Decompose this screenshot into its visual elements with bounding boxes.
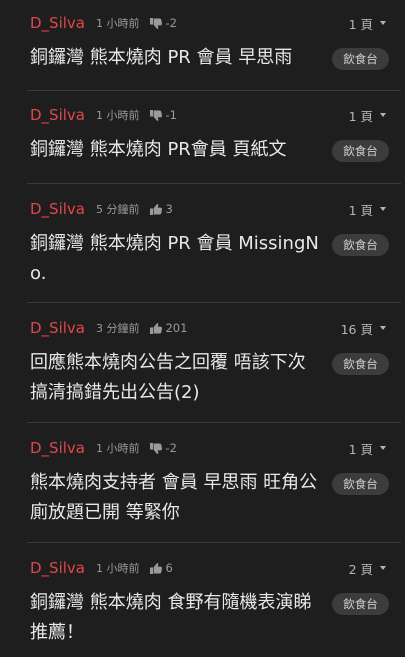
page-selector[interactable]: 1 頁 [349, 12, 386, 34]
divider [27, 90, 401, 91]
thread-title[interactable]: 銅鑼灣 熊本燒肉 PR 會員 早思雨 [30, 43, 320, 73]
category-badge[interactable]: 飲食台 [332, 473, 389, 495]
page-selector[interactable]: 16 頁 [341, 317, 386, 339]
username[interactable]: D_Silva [30, 319, 85, 337]
caret-down-icon [380, 326, 386, 330]
page-selector[interactable]: 2 頁 [349, 557, 386, 579]
score: -2 [150, 441, 177, 455]
thread-title[interactable]: 銅鑼灣 熊本燒肉 食野有隨機表演睇 推薦！ [30, 588, 320, 648]
caret-down-icon [380, 446, 386, 450]
category-badge[interactable]: 飲食台 [332, 140, 389, 162]
username[interactable]: D_Silva [30, 14, 85, 32]
thread-item[interactable]: D_Silva 1 小時前 -2 1 頁 熊本燒肉支持者 會員 早思雨 旺角公廁… [0, 425, 405, 541]
thread-list: D_Silva 1 小時前 -2 1 頁 銅鑼灣 熊本燒肉 PR 會員 早思雨 … [0, 0, 405, 657]
username[interactable]: D_Silva [30, 106, 85, 124]
thread-title[interactable]: 回應熊本燒肉公告之回覆 唔該下次搞清搞錯先出公告(2) [30, 348, 320, 408]
thread-meta: D_Silva 1 小時前 -2 [30, 437, 177, 459]
caret-down-icon [380, 207, 386, 211]
category-badge[interactable]: 飲食台 [332, 48, 389, 70]
caret-down-icon [380, 113, 386, 117]
score: 3 [150, 202, 173, 216]
divider [27, 302, 401, 303]
thumbs-up-icon [150, 562, 163, 574]
page-count: 2 頁 [348, 561, 373, 577]
thumbs-down-icon [150, 109, 163, 121]
score: -2 [150, 16, 177, 30]
thread-meta: D_Silva 3 分鐘前 201 [30, 317, 187, 339]
thumbs-down-icon [150, 442, 163, 454]
page-count: 1 頁 [348, 202, 373, 218]
page-count: 16 頁 [340, 321, 373, 337]
post-time: 1 小時前 [95, 17, 140, 30]
page-selector[interactable]: 1 頁 [349, 198, 386, 220]
thread-title[interactable]: 銅鑼灣 熊本燒肉 PR 會員 MissingNo. [30, 229, 320, 289]
username[interactable]: D_Silva [30, 559, 85, 577]
post-time: 1 小時前 [95, 562, 140, 575]
thread-meta: D_Silva 1 小時前 6 [30, 557, 173, 579]
thread-meta: D_Silva 1 小時前 -2 [30, 12, 177, 34]
score-value: 6 [165, 561, 173, 575]
thread-meta: D_Silva 5 分鐘前 3 [30, 198, 173, 220]
page-selector[interactable]: 1 頁 [349, 437, 386, 459]
post-time: 5 分鐘前 [95, 203, 140, 216]
category-badge[interactable]: 飲食台 [332, 593, 389, 615]
post-time: 1 小時前 [95, 442, 140, 455]
thread-item[interactable]: D_Silva 1 小時前 -1 1 頁 銅鑼灣 熊本燒肉 PR會員 頁紙文 飲… [0, 92, 405, 182]
score: 201 [150, 321, 187, 335]
category-badge[interactable]: 飲食台 [332, 353, 389, 375]
page-count: 1 頁 [348, 441, 373, 457]
score: -1 [150, 108, 177, 122]
score-value: 3 [165, 202, 173, 216]
username[interactable]: D_Silva [30, 439, 85, 457]
thread-meta: D_Silva 1 小時前 -1 [30, 104, 177, 126]
post-time: 3 分鐘前 [95, 322, 140, 335]
thumbs-up-icon [150, 203, 163, 215]
caret-down-icon [380, 566, 386, 570]
divider [27, 542, 401, 543]
thumbs-up-icon [150, 322, 163, 334]
thread-title[interactable]: 熊本燒肉支持者 會員 早思雨 旺角公廁放題已開 等緊你 [30, 468, 320, 528]
username[interactable]: D_Silva [30, 200, 85, 218]
score-value: -2 [165, 441, 177, 455]
score-value: -1 [165, 108, 177, 122]
thread-item[interactable]: D_Silva 1 小時前 -2 1 頁 銅鑼灣 熊本燒肉 PR 會員 早思雨 … [0, 0, 405, 90]
score: 6 [150, 561, 173, 575]
thread-item[interactable]: D_Silva 3 分鐘前 201 16 頁 回應熊本燒肉公告之回覆 唔該下次搞… [0, 305, 405, 421]
post-time: 1 小時前 [95, 109, 140, 122]
category-badge[interactable]: 飲食台 [332, 234, 389, 256]
score-value: -2 [165, 16, 177, 30]
page-count: 1 頁 [348, 108, 373, 124]
divider [27, 422, 401, 423]
thread-item[interactable]: D_Silva 5 分鐘前 3 1 頁 銅鑼灣 熊本燒肉 PR 會員 Missi… [0, 186, 405, 302]
thumbs-down-icon [150, 17, 163, 29]
page-selector[interactable]: 1 頁 [349, 104, 386, 126]
score-value: 201 [165, 321, 188, 335]
caret-down-icon [380, 21, 386, 25]
divider [27, 183, 401, 184]
thread-title[interactable]: 銅鑼灣 熊本燒肉 PR會員 頁紙文 [30, 135, 320, 165]
thread-item[interactable]: D_Silva 1 小時前 6 2 頁 銅鑼灣 熊本燒肉 食野有隨機表演睇 推薦… [0, 545, 405, 657]
page-count: 1 頁 [348, 16, 373, 32]
